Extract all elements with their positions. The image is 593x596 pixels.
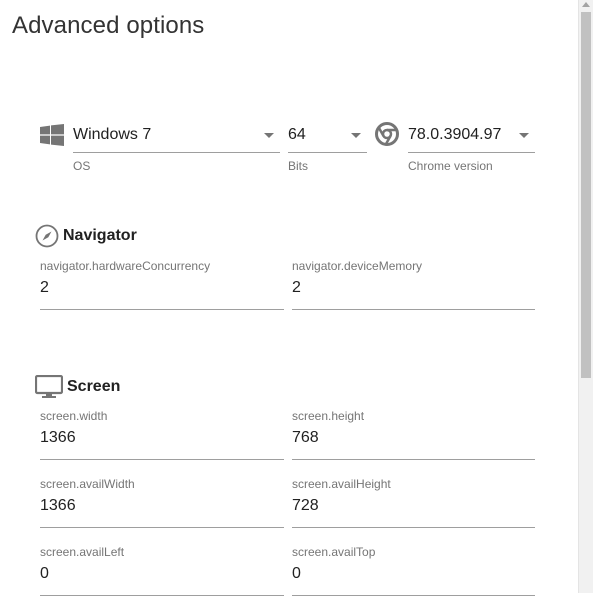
- screen-avail-height-field[interactable]: screen.availHeight 728: [292, 477, 535, 528]
- screen-heading: Screen: [67, 378, 121, 395]
- chevron-down-icon: [264, 133, 274, 138]
- field-value: 728: [292, 497, 319, 514]
- field-value: 2: [40, 279, 49, 296]
- page-title: Advanced options: [12, 12, 205, 39]
- field-label: screen.height: [292, 409, 365, 423]
- chevron-down-icon: [351, 133, 361, 138]
- vertical-scrollbar[interactable]: [578, 0, 593, 593]
- screen-avail-top-field[interactable]: screen.availTop 0: [292, 545, 535, 596]
- chevron-down-icon: [519, 133, 529, 138]
- windows-icon: [40, 124, 64, 146]
- chrome-version-select[interactable]: 78.0.3904.97: [408, 120, 535, 153]
- scroll-up-arrow-icon[interactable]: [582, 2, 590, 7]
- bits-helper-text: Bits: [288, 159, 309, 173]
- screen-avail-left-field[interactable]: screen.availLeft 0: [40, 545, 284, 596]
- os-select-value: Windows 7: [73, 126, 152, 143]
- screen-avail-width-field[interactable]: screen.availWidth 1366: [40, 477, 284, 528]
- field-value: 1366: [40, 429, 76, 446]
- scrollbar-thumb[interactable]: [581, 12, 591, 378]
- device-memory-field[interactable]: navigator.deviceMemory 2: [292, 259, 535, 310]
- field-value: 0: [40, 565, 49, 582]
- field-label: navigator.deviceMemory: [292, 259, 423, 273]
- os-helper-text: OS: [73, 159, 91, 173]
- hardware-concurrency-field[interactable]: navigator.hardwareConcurrency 2: [40, 259, 284, 310]
- field-label: screen.availLeft: [40, 545, 125, 559]
- field-value: 0: [292, 565, 301, 582]
- field-label: screen.availTop: [292, 545, 376, 559]
- field-value: 1366: [40, 497, 76, 514]
- screen-width-field[interactable]: screen.width 1366: [40, 409, 284, 460]
- screen-section-header: Screen: [35, 375, 120, 399]
- navigator-heading: Navigator: [63, 227, 137, 244]
- screen-height-field[interactable]: screen.height 768: [292, 409, 535, 460]
- field-label: screen.availHeight: [292, 477, 391, 491]
- field-value: 768: [292, 429, 319, 446]
- chrome-icon: [375, 122, 399, 146]
- compass-icon: [35, 224, 59, 248]
- navigator-section-header: Navigator: [35, 224, 137, 248]
- bits-select[interactable]: 64: [288, 120, 367, 153]
- bits-select-value: 64: [288, 126, 306, 143]
- field-label: navigator.hardwareConcurrency: [40, 259, 211, 273]
- chrome-version-helper-text: Chrome version: [408, 159, 493, 173]
- field-label: screen.width: [40, 409, 108, 423]
- field-value: 2: [292, 279, 301, 296]
- field-label: screen.availWidth: [40, 477, 135, 491]
- chrome-version-value: 78.0.3904.97: [408, 126, 502, 143]
- os-select[interactable]: Windows 7: [73, 120, 280, 153]
- monitor-icon: [35, 375, 63, 398]
